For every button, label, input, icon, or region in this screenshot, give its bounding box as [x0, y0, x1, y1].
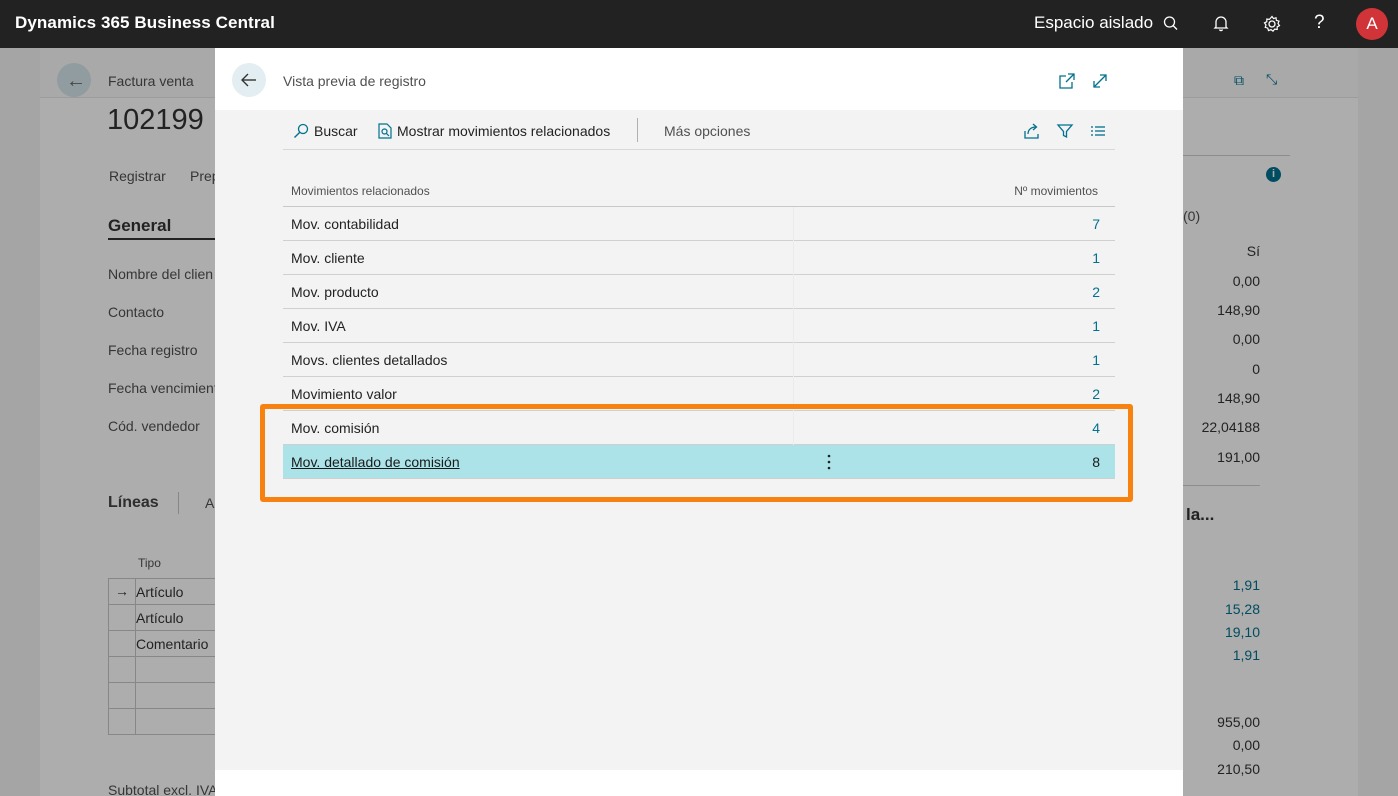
entry-name[interactable]: Mov. producto [291, 284, 379, 300]
entry-count[interactable]: 1 [1092, 318, 1100, 334]
more-options-action[interactable]: Más opciones [664, 123, 750, 139]
app-title[interactable]: Dynamics 365 Business Central [15, 13, 275, 33]
filter-icon[interactable] [1056, 122, 1074, 140]
entry-count[interactable]: 7 [1092, 216, 1100, 232]
app-top-bar: Dynamics 365 Business Central Espacio ai… [0, 0, 1398, 48]
show-related-entries-label: Mostrar movimientos relacionados [397, 123, 611, 139]
dialog-header: Vista previa de registro [215, 48, 1183, 110]
list-view-icon[interactable] [1089, 122, 1107, 140]
row-divider [793, 275, 794, 309]
column-header-name[interactable]: Movimientos relacionados [291, 184, 430, 198]
search-action[interactable]: Buscar [293, 123, 358, 142]
entry-name[interactable]: Movs. clientes detallados [291, 352, 447, 368]
bell-icon[interactable] [1212, 14, 1232, 34]
entry-name[interactable]: Mov. cliente [291, 250, 365, 266]
list-row[interactable]: Movs. clientes detallados 1 [283, 343, 1115, 377]
entry-name[interactable]: Movimiento valor [291, 386, 397, 402]
row-divider [793, 309, 794, 343]
show-related-entries-action[interactable]: Mostrar movimientos relacionados [378, 123, 610, 142]
list-header: Movimientos relacionados Nº movimientos [283, 174, 1115, 207]
user-avatar[interactable]: A [1356, 8, 1388, 40]
arrow-left-icon [241, 73, 256, 87]
dialog-footer [215, 770, 1183, 796]
entry-count[interactable]: 2 [1092, 386, 1100, 402]
dialog-action-bar: Buscar Mostrar movimientos relacionados … [283, 112, 1115, 150]
row-divider [793, 241, 794, 275]
expand-icon[interactable] [1091, 72, 1109, 90]
list-row[interactable]: Mov. IVA 1 [283, 309, 1115, 343]
action-bar-separator [637, 118, 638, 142]
entry-name[interactable]: Mov. contabilidad [291, 216, 399, 232]
entry-count[interactable]: 1 [1092, 250, 1100, 266]
column-header-count[interactable]: Nº movimientos [1014, 184, 1098, 198]
row-divider [793, 207, 794, 241]
search-action-label: Buscar [314, 123, 358, 139]
share-icon[interactable] [1023, 122, 1041, 140]
list-row[interactable]: Mov. contabilidad 7 [283, 207, 1115, 241]
gear-icon[interactable] [1262, 14, 1282, 34]
entry-name[interactable]: Mov. IVA [291, 318, 346, 334]
environment-label: Espacio aislado [1034, 13, 1154, 32]
entry-count[interactable]: 1 [1092, 352, 1100, 368]
open-in-new-window-icon[interactable] [1058, 72, 1076, 90]
entry-count[interactable]: 2 [1092, 284, 1100, 300]
dialog-title: Vista previa de registro [283, 73, 426, 89]
list-row[interactable]: Mov. cliente 1 [283, 241, 1115, 275]
list-row[interactable]: Mov. producto 2 [283, 275, 1115, 309]
document-search-icon [378, 123, 392, 142]
help-icon[interactable]: ? [1314, 12, 1334, 33]
back-button[interactable] [232, 63, 266, 97]
highlight-box [260, 404, 1133, 502]
search-icon [293, 123, 309, 142]
row-divider [793, 343, 794, 377]
search-icon[interactable] [1162, 14, 1182, 34]
